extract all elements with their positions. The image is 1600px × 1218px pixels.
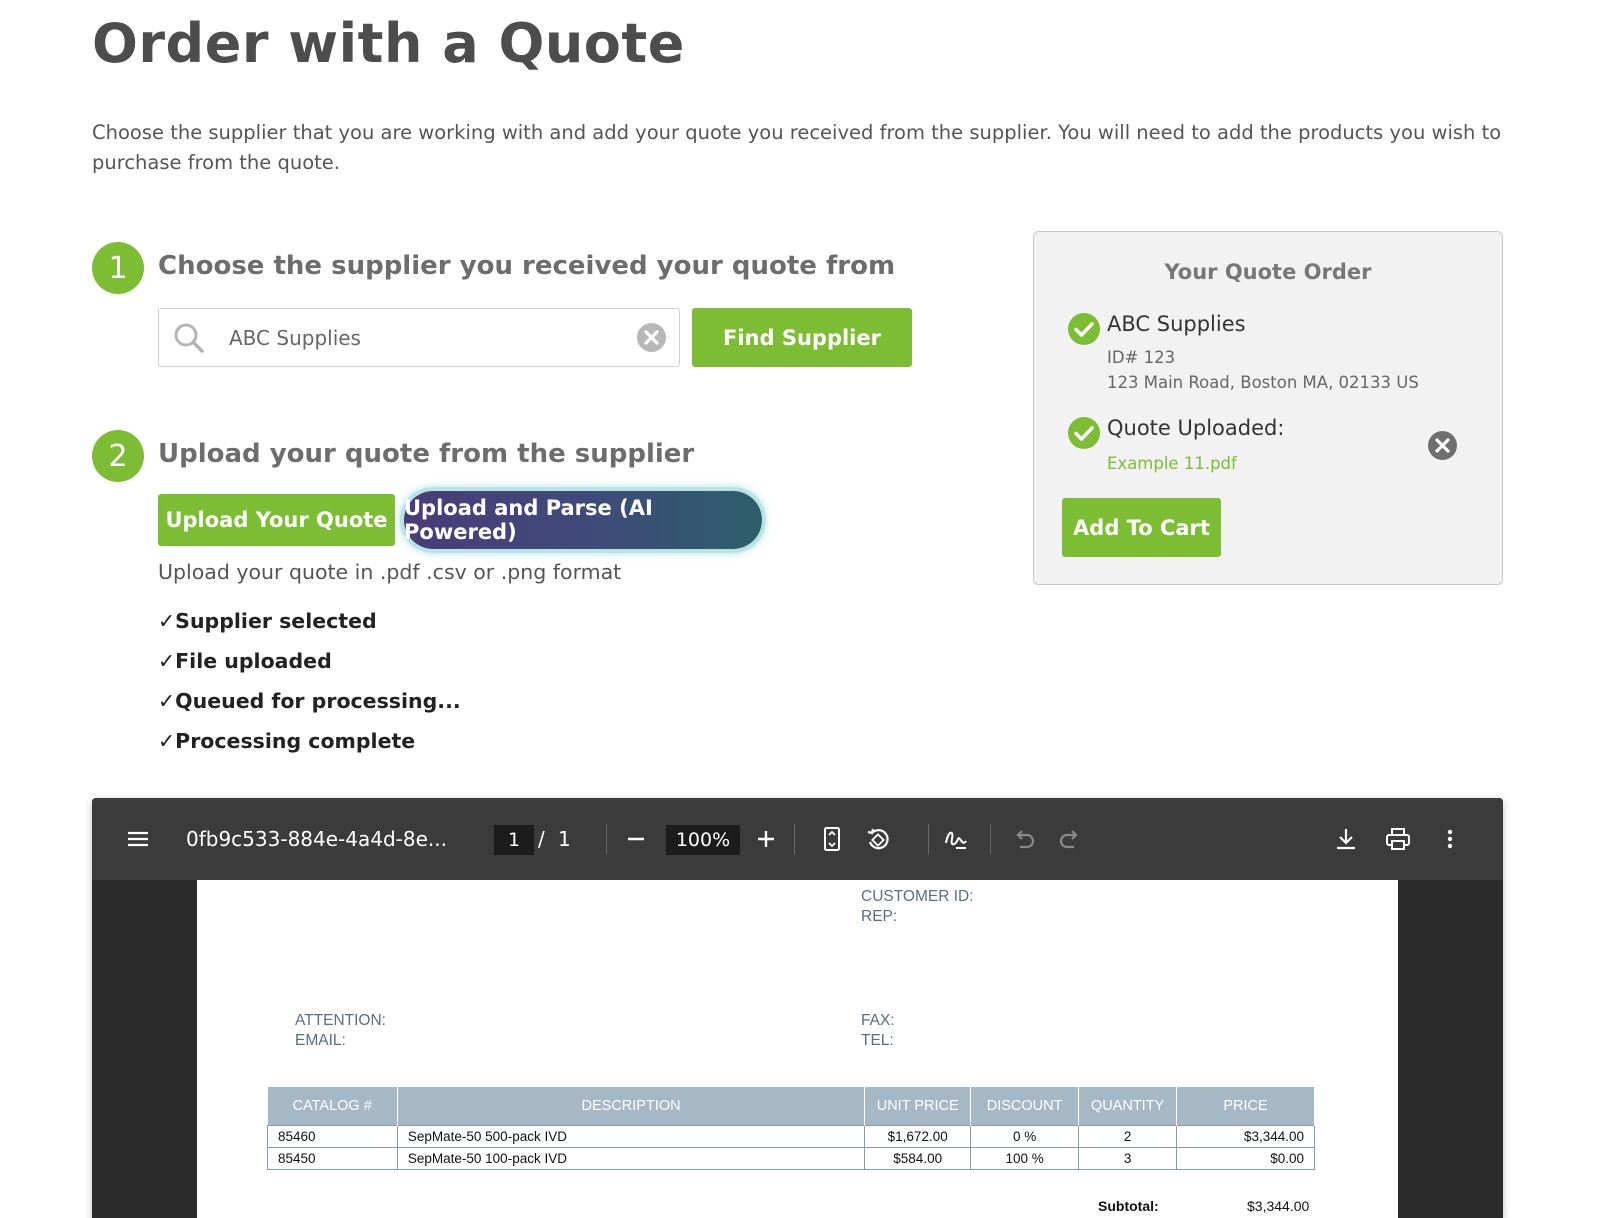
- upload-format-hint: Upload your quote in .pdf .csv or .png f…: [158, 560, 622, 584]
- status-supplier-selected: ✓Supplier selected: [158, 609, 377, 633]
- status-queued: ✓Queued for processing...: [158, 689, 461, 713]
- cell-description: SepMate-50 100-pack IVD: [396, 1146, 866, 1170]
- rotate-icon[interactable]: [864, 825, 892, 853]
- table-header-row: CATALOG # DESCRIPTION UNIT PRICE DISCOUN…: [267, 1087, 1315, 1125]
- email-label: EMAIL:: [295, 1032, 346, 1049]
- minus-icon[interactable]: [622, 825, 650, 853]
- clear-search-icon[interactable]: [636, 322, 667, 353]
- step-2-title: Upload your quote from the supplier: [158, 439, 695, 469]
- subtotal-value: $3,344.00: [1247, 1198, 1310, 1214]
- table-row: 85450 SepMate-50 100-pack IVD $584.00 10…: [267, 1146, 1315, 1170]
- upload-quote-button[interactable]: Upload Your Quote: [158, 494, 395, 546]
- tel-label: TEL:: [861, 1032, 894, 1049]
- cell-catalog: 85450: [267, 1146, 398, 1170]
- download-icon[interactable]: [1332, 825, 1360, 853]
- panel-quote-file-link[interactable]: Example 11.pdf: [1107, 454, 1237, 473]
- remove-quote-icon[interactable]: [1427, 430, 1458, 461]
- print-icon[interactable]: [1384, 825, 1412, 853]
- table-row: 85460 SepMate-50 500-pack IVD $1,672.00 …: [267, 1124, 1315, 1148]
- menu-icon[interactable]: [124, 825, 152, 853]
- col-quantity: QUANTITY: [1078, 1087, 1178, 1125]
- more-icon[interactable]: [1436, 825, 1464, 853]
- search-icon: [174, 323, 204, 353]
- supplier-search-box: [158, 308, 680, 367]
- col-price: PRICE: [1176, 1087, 1315, 1125]
- panel-supplier-address: 123 Main Road, Boston MA, 02133 US: [1107, 373, 1419, 392]
- step-2-badge: 2: [92, 430, 144, 482]
- supplier-search-input[interactable]: [229, 319, 609, 357]
- cell-discount: 0 %: [970, 1124, 1080, 1148]
- cell-quantity: 3: [1078, 1146, 1178, 1170]
- quote-check-icon: [1068, 417, 1100, 449]
- fax-label: FAX:: [861, 1012, 895, 1029]
- zoom-level[interactable]: 100%: [666, 825, 740, 855]
- cell-price: $3,344.00: [1176, 1124, 1315, 1148]
- redo-icon[interactable]: [1056, 825, 1084, 853]
- plus-icon[interactable]: [752, 825, 780, 853]
- pdf-viewer: 0fb9c533-884e-4a4d-8e... / 1 100%: [92, 798, 1503, 1218]
- pdf-page: CUSTOMER ID: REP: ATTENTION: EMAIL: FAX:…: [197, 880, 1398, 1218]
- panel-supplier-name: ABC Supplies: [1107, 312, 1246, 336]
- toolbar-divider: [606, 824, 607, 854]
- cell-description: SepMate-50 500-pack IVD: [396, 1124, 866, 1148]
- status-file-uploaded: ✓File uploaded: [158, 649, 332, 673]
- signature-icon[interactable]: [942, 825, 970, 853]
- page-title: Order with a Quote: [92, 12, 685, 75]
- step-1-title: Choose the supplier you received your qu…: [158, 251, 896, 281]
- undo-icon[interactable]: [1010, 825, 1038, 853]
- cell-price: $0.00: [1176, 1146, 1315, 1170]
- toolbar-divider: [794, 824, 795, 854]
- toolbar-divider: [928, 824, 929, 854]
- col-catalog: CATALOG #: [267, 1087, 398, 1125]
- col-unit-price: UNIT PRICE: [864, 1087, 972, 1125]
- pdf-filename: 0fb9c533-884e-4a4d-8e...: [186, 827, 447, 851]
- panel-title: Your Quote Order: [1164, 260, 1372, 284]
- col-discount: DISCOUNT: [970, 1087, 1080, 1125]
- step-1-badge: 1: [92, 242, 144, 294]
- col-description: DESCRIPTION: [397, 1087, 866, 1125]
- page-number-input[interactable]: [494, 825, 534, 855]
- subtotal-label: Subtotal:: [1098, 1198, 1159, 1214]
- cell-quantity: 2: [1078, 1124, 1178, 1148]
- pdf-toolbar: 0fb9c533-884e-4a4d-8e... / 1 100%: [92, 798, 1503, 880]
- supplier-check-icon: [1068, 313, 1100, 345]
- cell-unit-price: $584.00: [864, 1146, 972, 1170]
- page-separator: /: [538, 827, 545, 851]
- cell-unit-price: $1,672.00: [864, 1124, 972, 1148]
- fit-page-icon[interactable]: [818, 825, 846, 853]
- upload-and-parse-ai-button[interactable]: Upload and Parse (AI Powered): [404, 491, 762, 549]
- intro-text: Choose the supplier that you are working…: [92, 121, 1502, 174]
- toolbar-divider: [990, 824, 991, 854]
- customer-id-label: CUSTOMER ID:: [861, 888, 974, 905]
- rep-label: REP:: [861, 908, 898, 925]
- cell-catalog: 85460: [267, 1124, 398, 1148]
- processing-status-list: ✓Supplier selected ✓File uploaded ✓Queue…: [158, 606, 461, 766]
- add-to-cart-button[interactable]: Add To Cart: [1062, 498, 1221, 557]
- find-supplier-button[interactable]: Find Supplier: [692, 308, 912, 367]
- page-total: 1: [558, 827, 571, 851]
- quote-order-panel: Your Quote Order ABC Supplies ID# 123 12…: [1033, 231, 1503, 585]
- attention-label: ATTENTION:: [295, 1012, 386, 1029]
- quote-line-items-table: CATALOG # DESCRIPTION UNIT PRICE DISCOUN…: [267, 1087, 1315, 1170]
- panel-quote-label: Quote Uploaded:: [1107, 416, 1285, 440]
- status-processing-complete: ✓Processing complete: [158, 729, 416, 753]
- cell-discount: 100 %: [970, 1146, 1080, 1170]
- panel-supplier-id: ID# 123: [1107, 348, 1176, 367]
